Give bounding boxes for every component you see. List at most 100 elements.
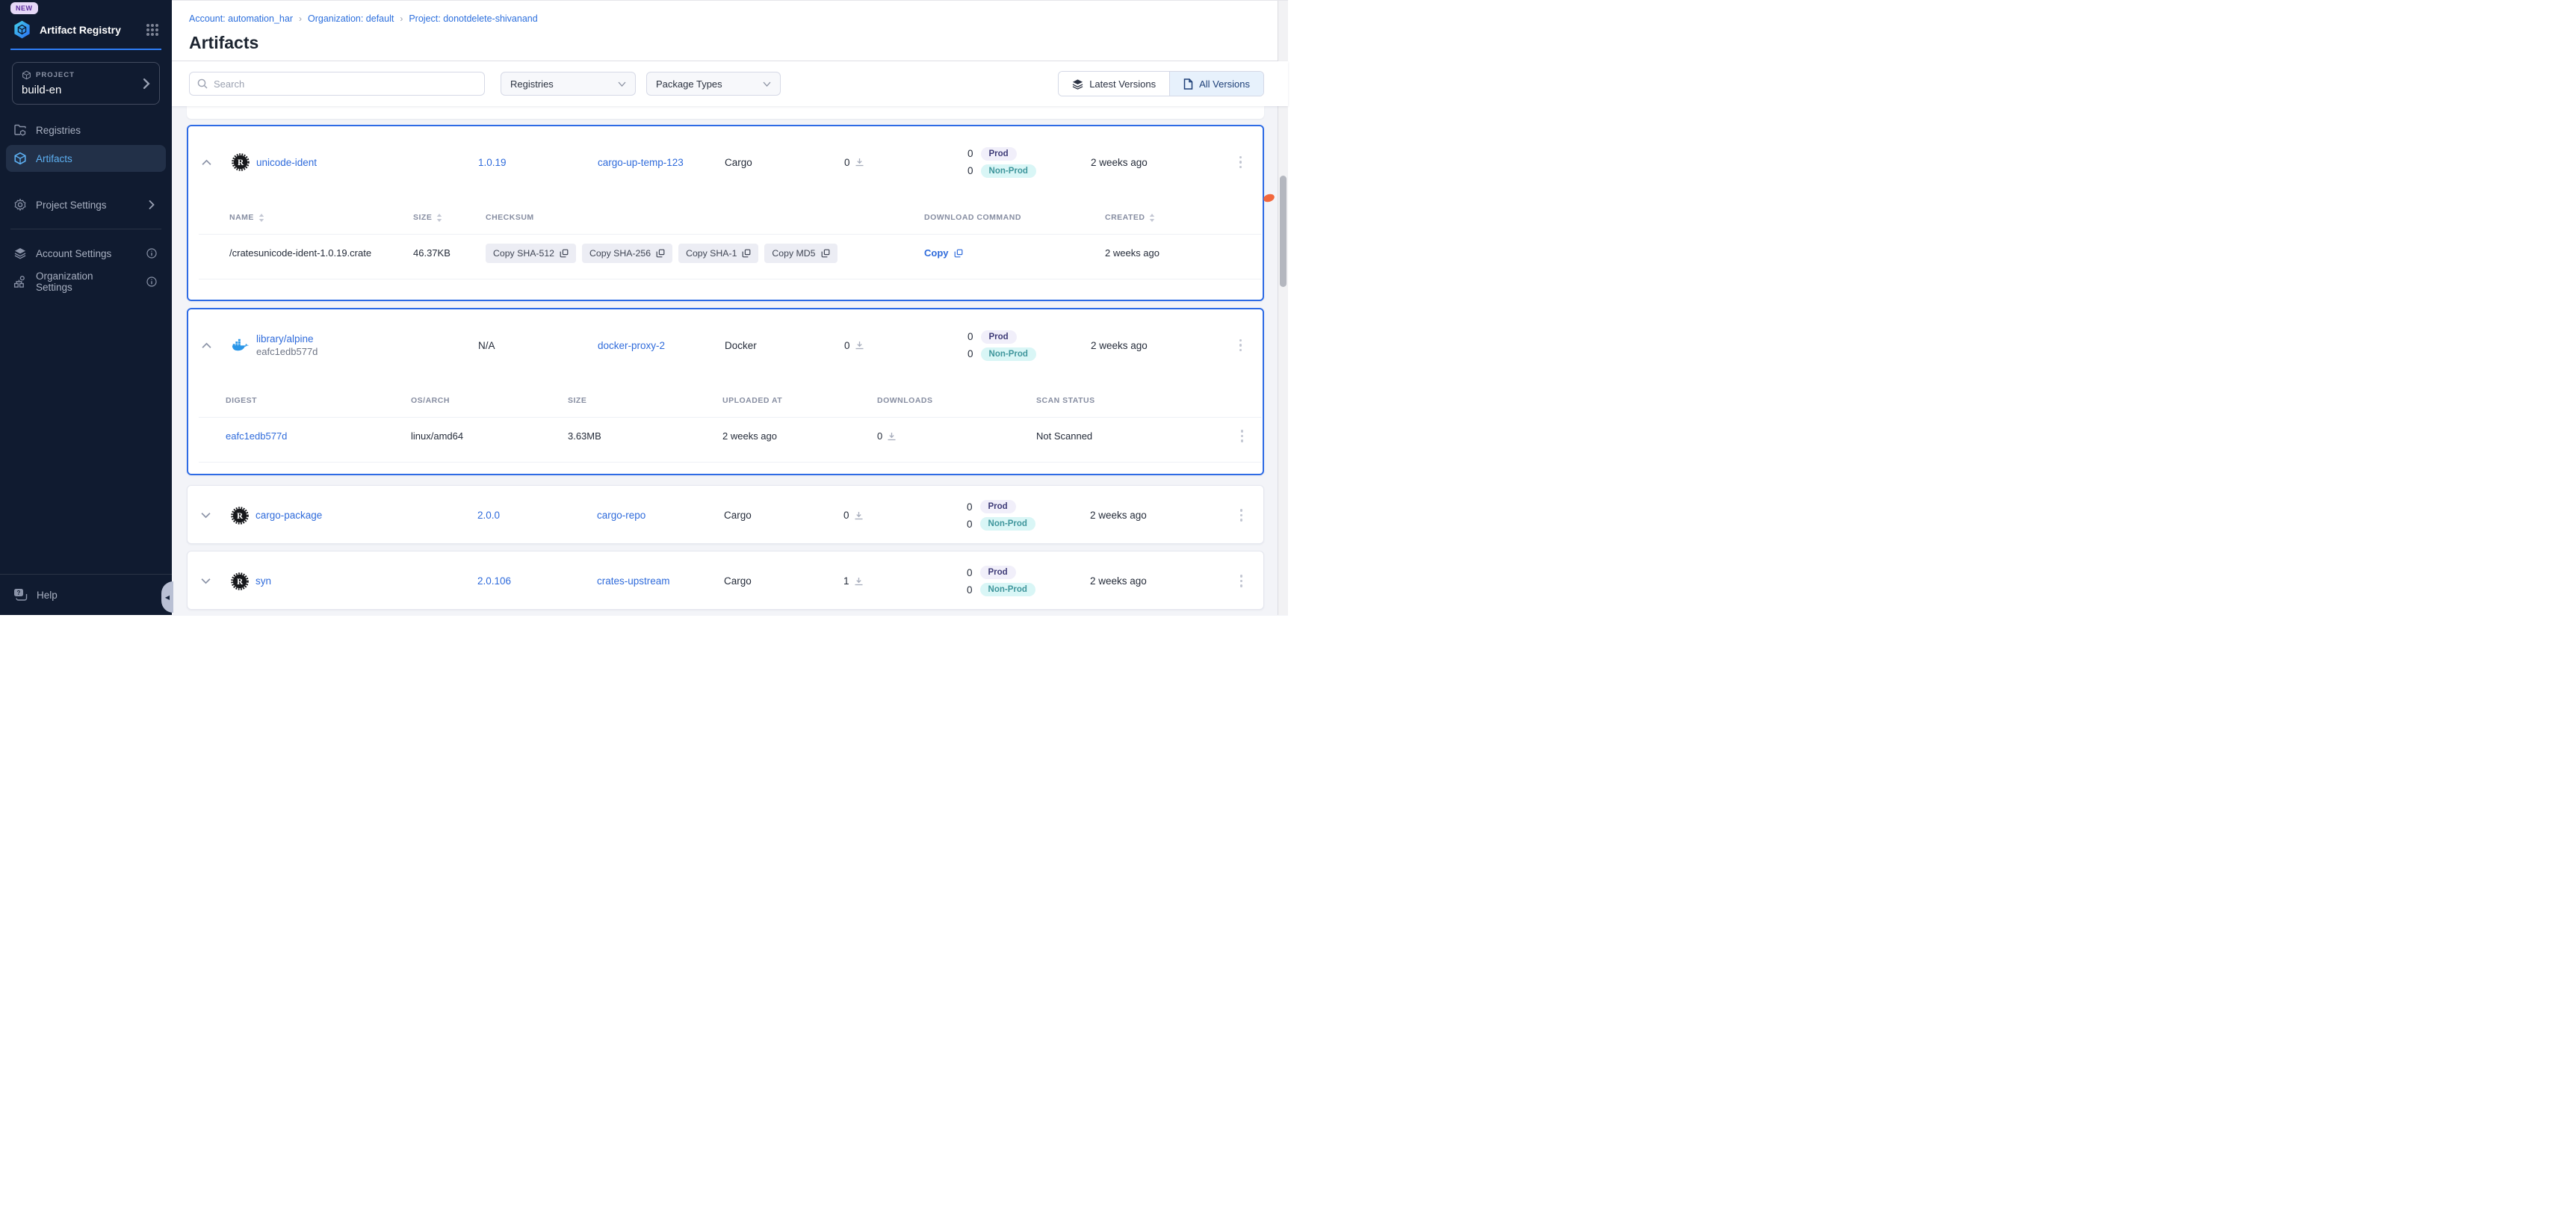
expand-row-button[interactable] [201, 512, 231, 519]
column-header-created[interactable]: CREATED [1105, 213, 1254, 222]
sort-icon [1149, 214, 1155, 222]
breadcrumb-project-link[interactable]: Project: donotdelete-shivanand [409, 13, 537, 24]
info-icon[interactable] [145, 248, 158, 259]
docker-package-icon [232, 336, 250, 354]
copy-icon [656, 249, 665, 258]
environment-counts: 0 Prod 0 Non-Prod [967, 500, 1090, 531]
package-type: Cargo [724, 510, 843, 521]
collapse-row-button[interactable] [202, 342, 232, 349]
sidebar-item-organization-settings[interactable]: Organization Settings [6, 268, 166, 295]
artifacts-cube-icon [13, 152, 27, 165]
project-selector[interactable]: PROJECT build-en [12, 62, 160, 105]
file-created: 2 weeks ago [1105, 247, 1254, 259]
row-actions-menu[interactable] [1237, 506, 1246, 525]
prod-badge: Prod [981, 147, 1017, 161]
non-prod-count: 0 [967, 584, 973, 596]
artifact-name-link[interactable]: library/alpine [256, 333, 318, 344]
row-actions-menu[interactable] [1236, 336, 1245, 355]
artifact-version-link[interactable]: 2.0.0 [477, 510, 597, 521]
copy-md5-button[interactable]: Copy MD5 [764, 244, 837, 263]
manifest-size: 3.63MB [568, 430, 722, 442]
artifact-version: N/A [478, 340, 598, 351]
artifact-name-link[interactable]: cargo-package [256, 510, 322, 521]
manifest-actions-menu[interactable] [1238, 427, 1247, 445]
project-name: build-en [22, 84, 143, 96]
partially-scrolled-card [187, 106, 1264, 119]
help-button[interactable]: ? Help [0, 575, 172, 615]
column-header-checksum: CHECKSUM [486, 213, 924, 222]
non-prod-badge: Non-Prod [981, 164, 1036, 178]
row-actions-menu[interactable] [1236, 153, 1245, 172]
column-header-size[interactable]: SIZE [413, 213, 486, 222]
breadcrumb-account-link[interactable]: Account: automation_har [189, 13, 293, 24]
artifact-version-link[interactable]: 1.0.19 [478, 157, 598, 168]
sidebar-nav: Registries Artifacts Project Settings [0, 117, 172, 295]
search-input[interactable] [214, 78, 477, 90]
prod-count: 0 [967, 331, 973, 342]
copy-sha256-button[interactable]: Copy SHA-256 [582, 244, 672, 263]
registries-filter-dropdown[interactable]: Registries [501, 72, 636, 96]
artifact-digest-short: eafc1edb577d [256, 346, 318, 357]
artifact-repository-link[interactable]: docker-proxy-2 [598, 340, 725, 351]
prod-badge: Prod [981, 330, 1017, 344]
artifact-card-cargo-package: cargo-package 2.0.0 cargo-repo Cargo 0 0… [187, 485, 1264, 544]
artifact-repository-link[interactable]: cargo-repo [597, 510, 724, 521]
new-badge: NEW [10, 2, 38, 14]
info-icon[interactable] [145, 276, 158, 287]
sidebar-collapse-handle[interactable]: ◀ [161, 581, 173, 613]
digest-link[interactable]: eafc1edb577d [226, 430, 411, 442]
breadcrumb-organization-link[interactable]: Organization: default [308, 13, 394, 24]
package-type: Cargo [725, 157, 844, 168]
copy-sha1-button[interactable]: Copy SHA-1 [678, 244, 758, 263]
created-at: 2 weeks ago [1091, 157, 1218, 168]
chevron-right-icon [145, 200, 158, 209]
gear-icon [13, 198, 27, 211]
artifact-card-unicode-ident: unicode-ident 1.0.19 cargo-up-temp-123 C… [187, 125, 1264, 301]
file-size: 46.37KB [413, 247, 486, 259]
filter-bar: Registries Package Types Latest Version [172, 61, 1288, 106]
manifest-row: eafc1edb577d linux/amd64 3.63MB 2 weeks … [226, 418, 1254, 454]
cargo-package-icon [231, 507, 249, 525]
file-row: /cratesunicode-ident-1.0.19.crate 46.37K… [229, 235, 1254, 271]
copy-icon [954, 249, 963, 258]
expand-row-button[interactable] [201, 578, 231, 584]
artifact-name-link[interactable]: unicode-ident [256, 157, 317, 168]
artifact-name-link[interactable]: syn [256, 575, 271, 587]
sidebar-item-account-settings[interactable]: Account Settings [6, 240, 166, 267]
version-files-table: NAME SIZE CHECKSUM DOWNLOAD COMMAND CREA… [188, 198, 1263, 279]
latest-versions-button[interactable]: Latest Versions [1059, 72, 1169, 96]
sidebar-item-artifacts[interactable]: Artifacts [6, 145, 166, 172]
artifact-version-link[interactable]: 2.0.106 [477, 575, 597, 587]
sidebar: NEW Artifact Registry PROJECT [0, 0, 172, 615]
scrollbar-thumb[interactable] [1280, 176, 1287, 287]
column-header-name[interactable]: NAME [229, 213, 413, 222]
app-switcher-grid-icon[interactable] [146, 24, 158, 36]
artifact-summary-row: unicode-ident 1.0.19 cargo-up-temp-123 C… [188, 126, 1263, 198]
artifact-repository-link[interactable]: cargo-up-temp-123 [598, 157, 725, 168]
row-actions-menu[interactable] [1237, 572, 1246, 590]
download-icon [854, 577, 864, 586]
main-content: Account: automation_har › Organization: … [172, 0, 1288, 615]
sidebar-item-project-settings[interactable]: Project Settings [6, 191, 166, 218]
artifact-repository-link[interactable]: crates-upstream [597, 575, 724, 587]
package-types-filter-dropdown[interactable]: Package Types [646, 72, 781, 96]
column-header-digest: DIGEST [226, 396, 411, 405]
column-header-downloads: DOWNLOADS [877, 396, 1036, 405]
all-versions-button[interactable]: All Versions [1169, 72, 1263, 96]
registries-folder-icon [13, 123, 27, 137]
breadcrumb: Account: automation_har › Organization: … [189, 13, 1267, 24]
copy-sha512-button[interactable]: Copy SHA-512 [486, 244, 576, 263]
sidebar-item-label: Organization Settings [36, 271, 127, 293]
environment-counts: 0 Prod 0 Non-Prod [967, 330, 1091, 361]
column-header-uploaded-at: UPLOADED AT [722, 396, 877, 405]
download-icon [855, 158, 864, 167]
help-chat-icon: ? [13, 588, 28, 602]
collapse-row-button[interactable] [202, 159, 232, 166]
help-label: Help [37, 590, 58, 601]
copy-icon [742, 249, 751, 258]
copy-download-command-link[interactable]: Copy [924, 247, 1105, 259]
manifest-download-count: 0 [877, 430, 882, 442]
page-title: Artifacts [189, 33, 1267, 53]
sidebar-item-registries[interactable]: Registries [6, 117, 166, 143]
copy-icon [560, 249, 569, 258]
